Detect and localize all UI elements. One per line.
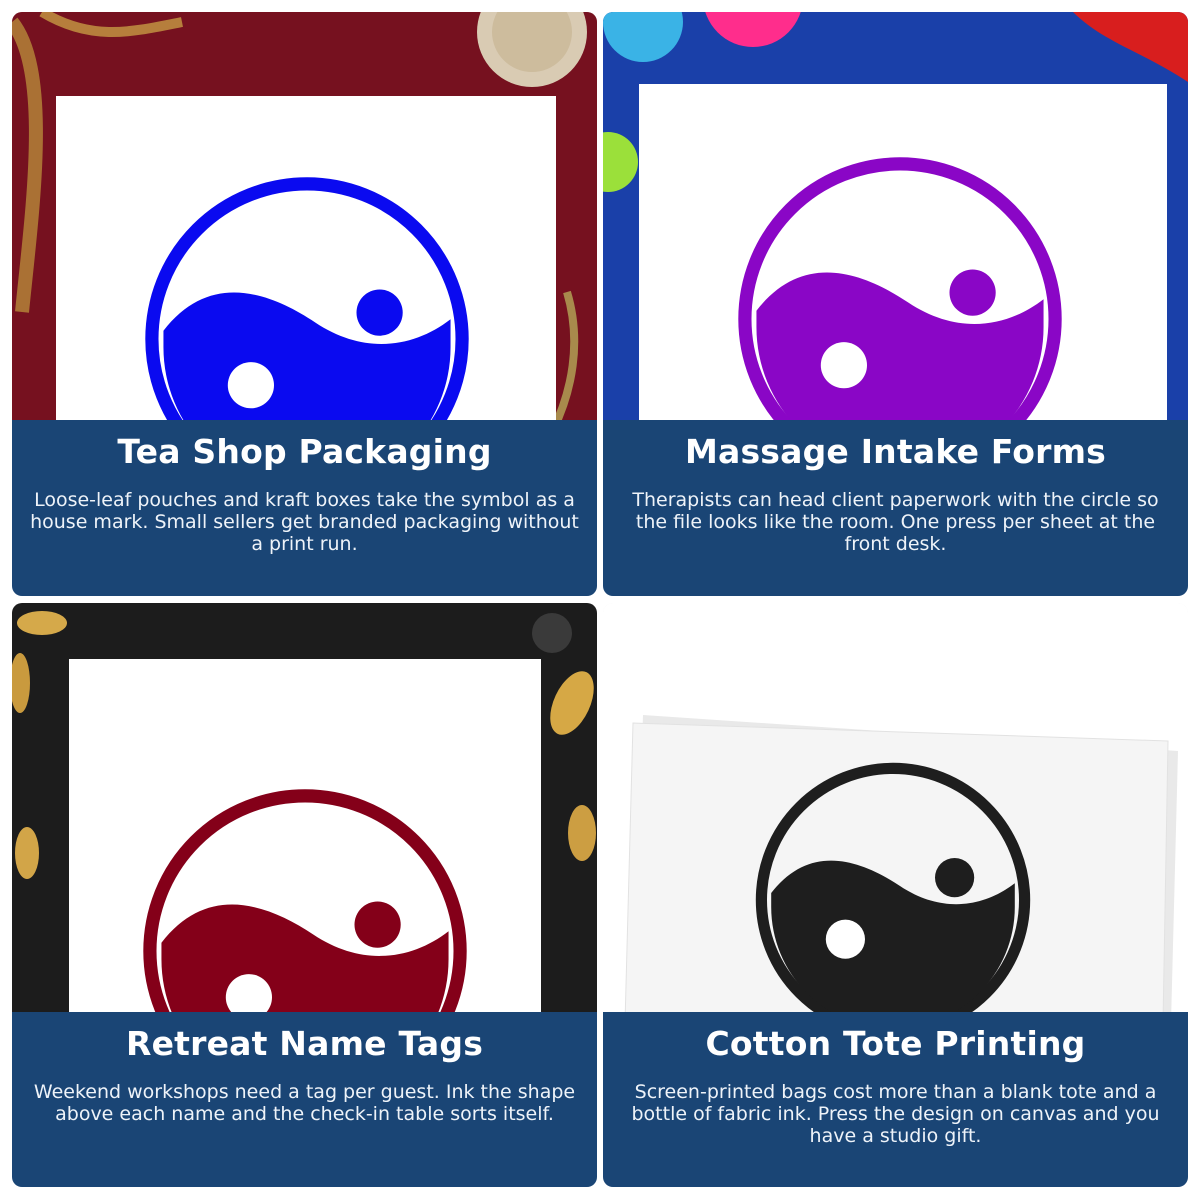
card-description: Screen-printed bags cost more than a bla…: [631, 1081, 1160, 1147]
card-retreat-name-tags: Retreat Name Tags Weekend workshops need…: [12, 603, 597, 1187]
card-title: Cotton Tote Printing: [705, 1024, 1086, 1063]
card-caption: Cotton Tote Printing Screen-printed bags…: [603, 1012, 1188, 1187]
card-caption: Tea Shop Packaging Loose-leaf pouches an…: [12, 420, 597, 596]
card-tea-shop-packaging: Tea Shop Packaging Loose-leaf pouches an…: [12, 12, 597, 596]
card-massage-intake-forms: Massage Intake Forms Therapists can head…: [603, 12, 1188, 596]
card-description: Loose-leaf pouches and kraft boxes take …: [30, 489, 579, 555]
card-caption: Massage Intake Forms Therapists can head…: [603, 420, 1188, 596]
card-title: Massage Intake Forms: [684, 432, 1107, 471]
yin-yang-icon: [753, 760, 1033, 1040]
card-title: Tea Shop Packaging: [117, 432, 492, 471]
card-cotton-tote-printing: Cotton Tote Printing Screen-printed bags…: [603, 603, 1188, 1187]
card-description: Therapists can head client paperwork wit…: [632, 489, 1159, 555]
card-title: Retreat Name Tags: [125, 1024, 484, 1063]
product-use-grid: Tea Shop Packaging Loose-leaf pouches an…: [0, 0, 1200, 1200]
card-description: Weekend workshops need a tag per guest. …: [33, 1081, 576, 1125]
card-caption: Retreat Name Tags Weekend workshops need…: [12, 1012, 597, 1187]
